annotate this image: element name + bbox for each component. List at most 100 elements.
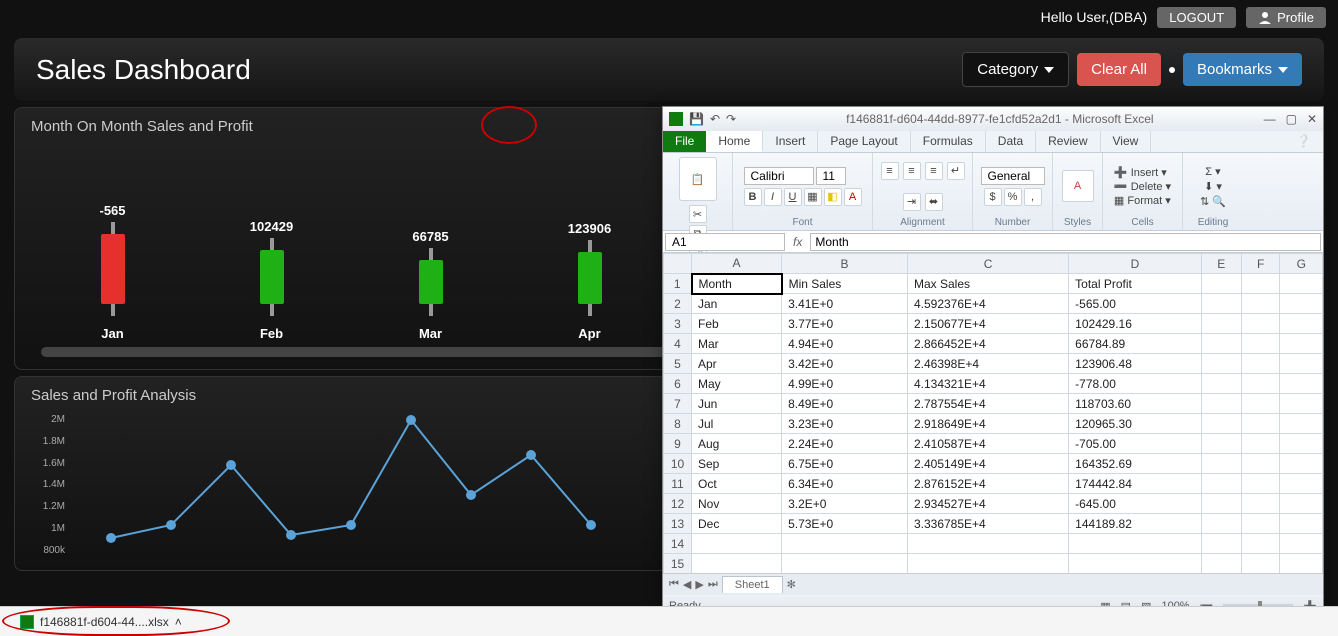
cell-C7[interactable]: 2.787554E+4 <box>907 394 1068 414</box>
cell-A4[interactable]: Mar <box>692 334 782 354</box>
category-dropdown[interactable]: Category <box>962 52 1069 87</box>
cell-F12[interactable] <box>1241 494 1280 514</box>
percent-icon[interactable]: % <box>1004 188 1022 206</box>
cell-B7[interactable]: 8.49E+0 <box>782 394 908 414</box>
minimize-icon[interactable]: — <box>1264 112 1276 126</box>
cell-E4[interactable] <box>1201 334 1241 354</box>
cell-G14[interactable] <box>1280 534 1323 554</box>
cell-F15[interactable] <box>1241 554 1280 574</box>
merge-icon[interactable]: ⬌ <box>925 193 943 211</box>
cell-F13[interactable] <box>1241 514 1280 534</box>
indent-icon[interactable]: ⇥ <box>903 193 921 211</box>
cell-D3[interactable]: 102429.16 <box>1069 314 1202 334</box>
tab-nav-prev[interactable]: ◀ <box>683 578 691 591</box>
cell-A5[interactable]: Apr <box>692 354 782 374</box>
row-header-3[interactable]: 3 <box>664 314 692 334</box>
cell-C14[interactable] <box>907 534 1068 554</box>
cell-B3[interactable]: 3.77E+0 <box>782 314 908 334</box>
cell-D11[interactable]: 174442.84 <box>1069 474 1202 494</box>
col-header-A[interactable]: A <box>692 254 782 274</box>
cell-D5[interactable]: 123906.48 <box>1069 354 1202 374</box>
cell-D13[interactable]: 144189.82 <box>1069 514 1202 534</box>
cell-C13[interactable]: 3.336785E+4 <box>907 514 1068 534</box>
italic-icon[interactable]: I <box>764 188 782 206</box>
col-header-C[interactable]: C <box>907 254 1068 274</box>
bookmarks-dropdown[interactable]: Bookmarks <box>1183 53 1302 86</box>
row-header-4[interactable]: 4 <box>664 334 692 354</box>
row-header-5[interactable]: 5 <box>664 354 692 374</box>
bold-icon[interactable]: B <box>744 188 762 206</box>
cell-E2[interactable] <box>1201 294 1241 314</box>
cell-F9[interactable] <box>1241 434 1280 454</box>
tab-view[interactable]: View <box>1101 131 1152 152</box>
cell-E9[interactable] <box>1201 434 1241 454</box>
cell-D8[interactable]: 120965.30 <box>1069 414 1202 434</box>
cell-B12[interactable]: 3.2E+0 <box>782 494 908 514</box>
cell-B4[interactable]: 4.94E+0 <box>782 334 908 354</box>
cell-E1[interactable] <box>1201 274 1241 294</box>
cell-F11[interactable] <box>1241 474 1280 494</box>
cut-icon[interactable]: ✂ <box>689 205 707 223</box>
profile-button[interactable]: Profile <box>1246 7 1326 28</box>
cell-F2[interactable] <box>1241 294 1280 314</box>
sort-filter-icon[interactable]: ⇅ 🔍 <box>1200 195 1226 208</box>
qat-redo-icon[interactable]: ↷ <box>726 112 736 126</box>
cell-E7[interactable] <box>1201 394 1241 414</box>
cell-E6[interactable] <box>1201 374 1241 394</box>
cells-format-button[interactable]: ▦ Format ▾ <box>1114 194 1171 207</box>
tab-home[interactable]: Home <box>706 131 763 152</box>
cell-G10[interactable] <box>1280 454 1323 474</box>
cell-F5[interactable] <box>1241 354 1280 374</box>
styles-icon[interactable]: A <box>1062 170 1094 202</box>
cell-G5[interactable] <box>1280 354 1323 374</box>
underline-icon[interactable]: U <box>784 188 802 206</box>
download-chip[interactable]: f146881f-d604-44....xlsx ˄ <box>10 612 192 632</box>
tab-nav-next[interactable]: ▶ <box>695 578 703 591</box>
cell-C2[interactable]: 4.592376E+4 <box>907 294 1068 314</box>
font-color-icon[interactable]: A <box>844 188 862 206</box>
cell-G11[interactable] <box>1280 474 1323 494</box>
row-header-15[interactable]: 15 <box>664 554 692 574</box>
close-icon[interactable]: ✕ <box>1307 112 1317 126</box>
row-header-13[interactable]: 13 <box>664 514 692 534</box>
sheet-tab-1[interactable]: Sheet1 <box>722 576 783 593</box>
cell-B2[interactable]: 3.41E+0 <box>782 294 908 314</box>
cell-E5[interactable] <box>1201 354 1241 374</box>
select-all-cell[interactable] <box>664 254 692 274</box>
col-header-B[interactable]: B <box>782 254 908 274</box>
tab-insert[interactable]: Insert <box>763 131 818 152</box>
cell-B14[interactable] <box>782 534 908 554</box>
row-header-1[interactable]: 1 <box>664 274 692 294</box>
cell-A2[interactable]: Jan <box>692 294 782 314</box>
cell-C11[interactable]: 2.876152E+4 <box>907 474 1068 494</box>
cell-B6[interactable]: 4.99E+0 <box>782 374 908 394</box>
cell-D14[interactable] <box>1069 534 1202 554</box>
cells-delete-button[interactable]: ➖ Delete ▾ <box>1114 180 1171 193</box>
font-name-select[interactable] <box>744 167 814 185</box>
tab-file[interactable]: File <box>663 131 706 152</box>
fill-color-icon[interactable]: ◧ <box>824 188 842 206</box>
border-icon[interactable]: ▦ <box>804 188 822 206</box>
tab-formulas[interactable]: Formulas <box>911 131 986 152</box>
row-header-8[interactable]: 8 <box>664 414 692 434</box>
row-header-2[interactable]: 2 <box>664 294 692 314</box>
name-box[interactable] <box>665 233 785 251</box>
cell-E14[interactable] <box>1201 534 1241 554</box>
cell-C1[interactable]: Max Sales <box>907 274 1068 294</box>
cell-C8[interactable]: 2.918649E+4 <box>907 414 1068 434</box>
qat-undo-icon[interactable]: ↶ <box>710 112 720 126</box>
cell-G7[interactable] <box>1280 394 1323 414</box>
cell-B9[interactable]: 2.24E+0 <box>782 434 908 454</box>
cell-E11[interactable] <box>1201 474 1241 494</box>
cell-F4[interactable] <box>1241 334 1280 354</box>
tab-data[interactable]: Data <box>986 131 1036 152</box>
cell-F3[interactable] <box>1241 314 1280 334</box>
cell-E12[interactable] <box>1201 494 1241 514</box>
row-header-7[interactable]: 7 <box>664 394 692 414</box>
cell-C5[interactable]: 2.46398E+4 <box>907 354 1068 374</box>
autosum-icon[interactable]: Σ ▾ <box>1205 165 1220 178</box>
cell-A9[interactable]: Aug <box>692 434 782 454</box>
cell-A10[interactable]: Sep <box>692 454 782 474</box>
cell-B8[interactable]: 3.23E+0 <box>782 414 908 434</box>
excel-titlebar[interactable]: 💾 ↶ ↷ f146881f-d604-44dd-8977-fe1cfd52a2… <box>663 107 1323 131</box>
